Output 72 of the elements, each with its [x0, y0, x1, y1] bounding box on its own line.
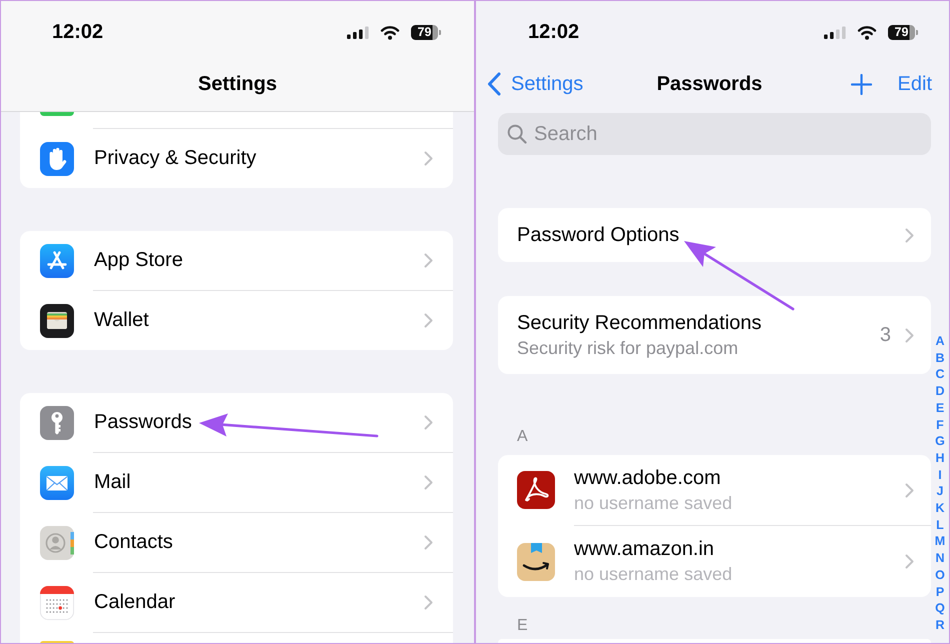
key-icon [40, 406, 74, 440]
index-letter[interactable]: O [935, 566, 945, 584]
settings-row[interactable]: Mail [20, 453, 453, 512]
settings-row[interactable]: Password Options [498, 208, 931, 262]
chevron-right-icon [905, 328, 914, 342]
search-icon [507, 124, 527, 144]
password-entry[interactable]: www.adobe.com no username saved [498, 455, 931, 525]
chevron-right-icon [905, 482, 914, 498]
battery-indicator: 79 [411, 24, 441, 40]
index-letter[interactable]: K [935, 500, 945, 517]
index-letter[interactable]: J [936, 483, 944, 500]
settings-row[interactable]: App Store [20, 231, 453, 290]
settings-row[interactable]: Contacts [20, 513, 453, 572]
signal-icon [824, 26, 846, 38]
row-subtitle: Security risk for paypal.com [517, 336, 740, 360]
index-letter[interactable]: L [936, 516, 944, 534]
app-store-icon [40, 244, 74, 278]
index-letter[interactable]: P [936, 584, 944, 600]
settings-row[interactable]: Privacy & Security [20, 129, 453, 188]
contact-card-icon [40, 526, 74, 560]
wifi-icon [857, 24, 877, 40]
username-status: no username saved [574, 563, 734, 586]
index-letter[interactable]: E [936, 400, 944, 417]
screen-title: Settings [198, 72, 277, 96]
back-button[interactable]: Settings [487, 72, 584, 96]
chevron-right-icon [424, 535, 433, 550]
index-letter[interactable]: Q [935, 600, 945, 617]
index-letter[interactable]: G [935, 433, 945, 450]
section-header: A [517, 428, 528, 445]
chevron-right-icon [424, 151, 433, 166]
index-letter[interactable]: I [938, 466, 942, 484]
index-letter[interactable]: B [935, 350, 945, 366]
package-icon [517, 542, 555, 580]
edit-button[interactable]: Edit [898, 72, 932, 96]
settings-row[interactable]: Security Recommendations Security risk for paypal.com 3 [498, 296, 931, 374]
back-chevron-icon [487, 72, 501, 96]
screen-title: Passwords [656, 72, 762, 96]
settings-row[interactable]: Calendar [20, 573, 453, 632]
search-field[interactable]: Search [498, 113, 931, 155]
chevron-right-icon [424, 415, 433, 430]
index-letter[interactable]: M [934, 533, 946, 550]
settings-row[interactable]: Wallet [20, 291, 453, 350]
section-header: E [517, 617, 528, 634]
add-button[interactable] [850, 74, 872, 94]
password-entry[interactable]: www.amazon.in no username saved [498, 526, 931, 597]
chevron-right-icon [424, 475, 433, 490]
index-letter[interactable]: C [935, 366, 945, 384]
chevron-right-icon [424, 253, 433, 268]
hand-icon [40, 142, 74, 176]
index-letter[interactable]: F [936, 416, 944, 434]
calendar-icon [40, 586, 74, 620]
index-letter[interactable]: H [935, 450, 945, 467]
chevron-right-icon [424, 313, 433, 328]
plus-icon [850, 74, 872, 94]
username-status: no username saved [574, 492, 734, 514]
signal-icon [347, 26, 369, 38]
status-time: 12:02 [528, 20, 580, 44]
wallet-icon [40, 304, 74, 338]
chevron-right-icon [905, 228, 914, 242]
wifi-icon [380, 24, 400, 40]
status-time: 12:02 [52, 20, 104, 44]
index-letter[interactable]: N [935, 550, 945, 567]
envelope-icon [40, 466, 74, 500]
index-letter[interactable]: A [935, 333, 945, 350]
count-label: 3 [880, 324, 891, 346]
battery-indicator: 79 [888, 24, 918, 40]
index-letter[interactable]: R [935, 616, 945, 634]
chevron-right-icon [424, 595, 433, 610]
site-logo-icon [517, 471, 555, 509]
chevron-right-icon [905, 554, 914, 569]
index-letter[interactable]: D [935, 383, 945, 400]
app-icon [40, 112, 74, 116]
